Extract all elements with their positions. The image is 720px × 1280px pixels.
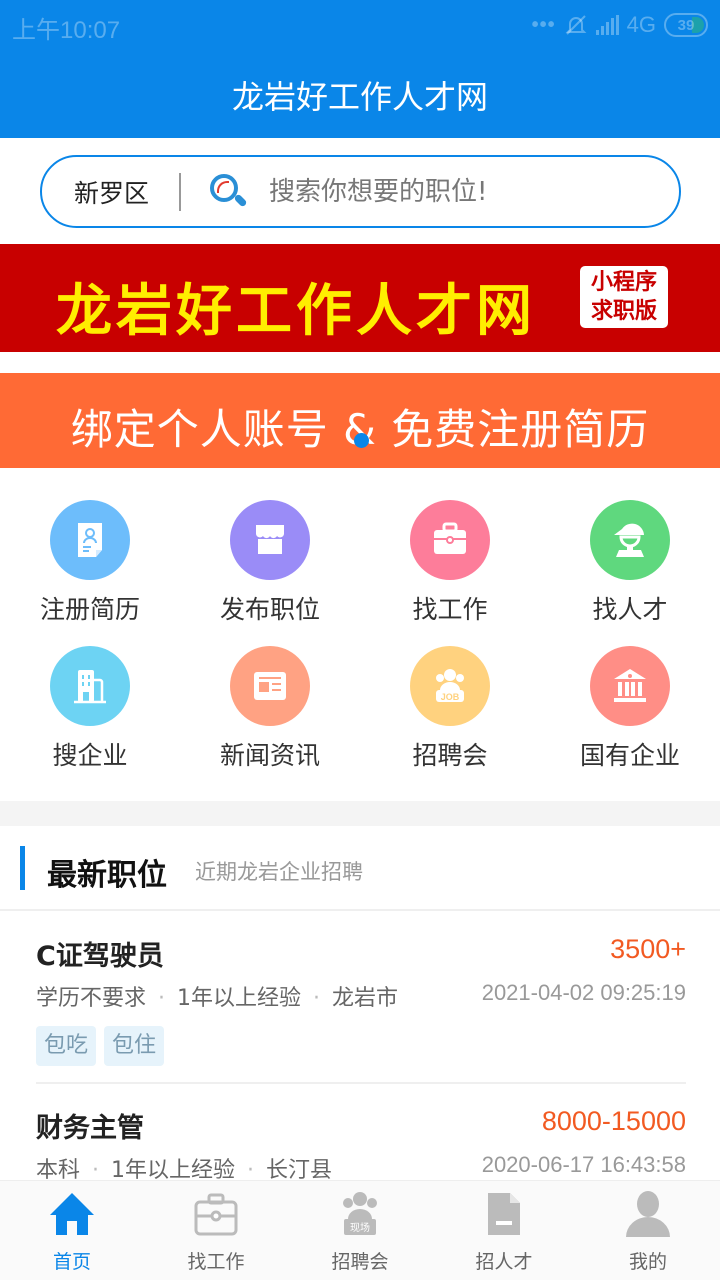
status-icons: ••• 4G 39 — [532, 12, 708, 38]
nav-label: 招聘会 — [331, 1251, 389, 1273]
worker-icon — [614, 523, 644, 557]
job-fair-icon: JOB — [436, 669, 464, 702]
banner-brand-title: 龙岩好工作人才网 — [56, 279, 536, 344]
job-date: 2021-04-02 09:25:19 — [481, 980, 686, 1005]
quick-link-search-company[interactable]: 搜企业 — [0, 636, 180, 776]
job-divider — [36, 1082, 686, 1084]
badge-line-2: 求职版 — [590, 299, 657, 324]
region-selector[interactable]: 新罗区 — [74, 174, 149, 210]
job-tags: 包吃 包住 — [36, 1026, 165, 1066]
nav-label: 找工作 — [187, 1251, 245, 1273]
job-tag: 包住 — [104, 1026, 165, 1066]
battery-icon: 39 — [664, 13, 708, 37]
quick-links-grid: 注册简历 发布职位 找工作 找人才 搜企业 新闻资讯 JOB 招聘会 国有企业 — [0, 490, 720, 790]
divider — [179, 172, 182, 211]
quick-link-label: 找工作 — [412, 595, 488, 624]
status-time: 上午10:07 — [12, 17, 121, 44]
nav-item-home[interactable]: 首页 — [0, 1181, 144, 1280]
more-notifications-icon: ••• — [531, 13, 556, 36]
building-icon — [74, 670, 106, 704]
job-list-item[interactable]: C证驾驶员 3500+ 学历不要求 · 1年以上经验 · 龙岩市 2021-04-02 … — [36, 934, 686, 1066]
job-salary: 8000-15000 — [541, 1106, 686, 1136]
section-subtitle: 近期龙岩企业招聘 — [195, 860, 363, 884]
quick-link-register-resume[interactable]: 注册简历 — [0, 490, 180, 630]
user-icon — [626, 1191, 670, 1237]
job-meta: 学历不要求 · 1年以上经验 · 龙岩市 — [36, 986, 399, 1011]
job-location: 龙岩市 — [332, 986, 399, 1011]
nav-item-recruit[interactable]: 招人才 — [432, 1181, 576, 1280]
search-input[interactable] — [269, 176, 570, 207]
quick-link-news[interactable]: 新闻资讯 — [180, 636, 360, 776]
news-icon — [254, 672, 286, 700]
job-salary: 3500+ — [610, 934, 686, 964]
page-title: 龙岩好工作人才网 — [231, 78, 488, 116]
quick-link-label: 注册简历 — [39, 595, 140, 624]
search-icon[interactable] — [209, 173, 248, 211]
job-title: C证驾驶员 — [36, 941, 164, 972]
network-type: 4G — [626, 12, 656, 37]
app-header: 上午10:07 ••• 4G 39 龙岩好工作人才网 — [0, 0, 720, 138]
quick-link-state-owned[interactable]: 国有企业 — [540, 636, 720, 776]
section-divider — [0, 801, 720, 826]
banner-brand[interactable]: 龙岩好工作人才网 小程序 求职版 — [0, 244, 720, 352]
latest-jobs-header: 最新职位 近期龙岩企业招聘 — [0, 826, 720, 911]
nav-label: 我的 — [628, 1251, 667, 1273]
quick-link-label: 招聘会 — [412, 741, 488, 770]
job-fair-icon: 现场 — [343, 1192, 377, 1235]
search-bar[interactable]: 新罗区 — [40, 155, 681, 228]
job-fair-icon-text: 现场 — [350, 1221, 370, 1234]
job-title: 财务主管 — [36, 1113, 144, 1144]
shop-icon — [256, 525, 284, 554]
briefcase-icon — [434, 522, 466, 554]
document-icon — [488, 1193, 520, 1235]
quick-link-label: 新闻资讯 — [219, 741, 320, 770]
mini-program-badge: 小程序 求职版 — [580, 266, 668, 328]
quick-link-label: 发布职位 — [219, 595, 320, 624]
home-icon — [50, 1193, 94, 1235]
quick-link-post-job[interactable]: 发布职位 — [180, 490, 360, 630]
nav-item-job-fair[interactable]: 现场 招聘会 — [288, 1181, 432, 1280]
job-list-item[interactable]: 财务主管 8000-15000 本科 · 1年以上经验 · 长汀县 2020-06-17… — [36, 1106, 686, 1186]
nav-label: 招人才 — [475, 1251, 533, 1273]
job-education: 学历不要求 — [36, 986, 147, 1011]
quick-link-find-job[interactable]: 找工作 — [360, 490, 540, 630]
job-experience: 1年以上经验 — [177, 986, 302, 1011]
banner-register[interactable]: 绑定个人账号 & 免费注册简历 — [0, 373, 720, 468]
svg-text:JOB: JOB — [441, 692, 460, 702]
status-bar: 上午10:07 ••• 4G 39 — [0, 0, 720, 52]
job-tag: 包吃 — [36, 1026, 97, 1066]
quick-link-job-fair[interactable]: JOB 招聘会 — [360, 636, 540, 776]
job-date: 2020-06-17 16:43:58 — [481, 1152, 686, 1177]
resume-icon — [78, 523, 102, 557]
section-title: 最新职位 — [47, 858, 167, 893]
section-accent-bar — [20, 846, 25, 890]
bottom-nav: 首页 找工作 现场 招聘会 招人才 我的 — [0, 1180, 720, 1280]
briefcase-icon — [194, 1193, 238, 1236]
nav-label: 首页 — [52, 1251, 91, 1273]
bank-icon — [614, 669, 646, 702]
quick-link-label: 找人才 — [592, 595, 668, 624]
badge-line-1: 小程序 — [590, 270, 657, 295]
nav-item-find-job[interactable]: 找工作 — [144, 1181, 288, 1280]
battery-level: 39 — [677, 16, 695, 34]
mute-bell-icon — [565, 15, 587, 35]
quick-link-label: 搜企业 — [52, 741, 128, 770]
quick-link-label: 国有企业 — [579, 741, 680, 770]
quick-link-find-talent[interactable]: 找人才 — [540, 490, 720, 630]
nav-item-profile[interactable]: 我的 — [576, 1181, 720, 1280]
signal-icon — [595, 15, 619, 35]
carousel-indicator[interactable] — [354, 433, 369, 448]
